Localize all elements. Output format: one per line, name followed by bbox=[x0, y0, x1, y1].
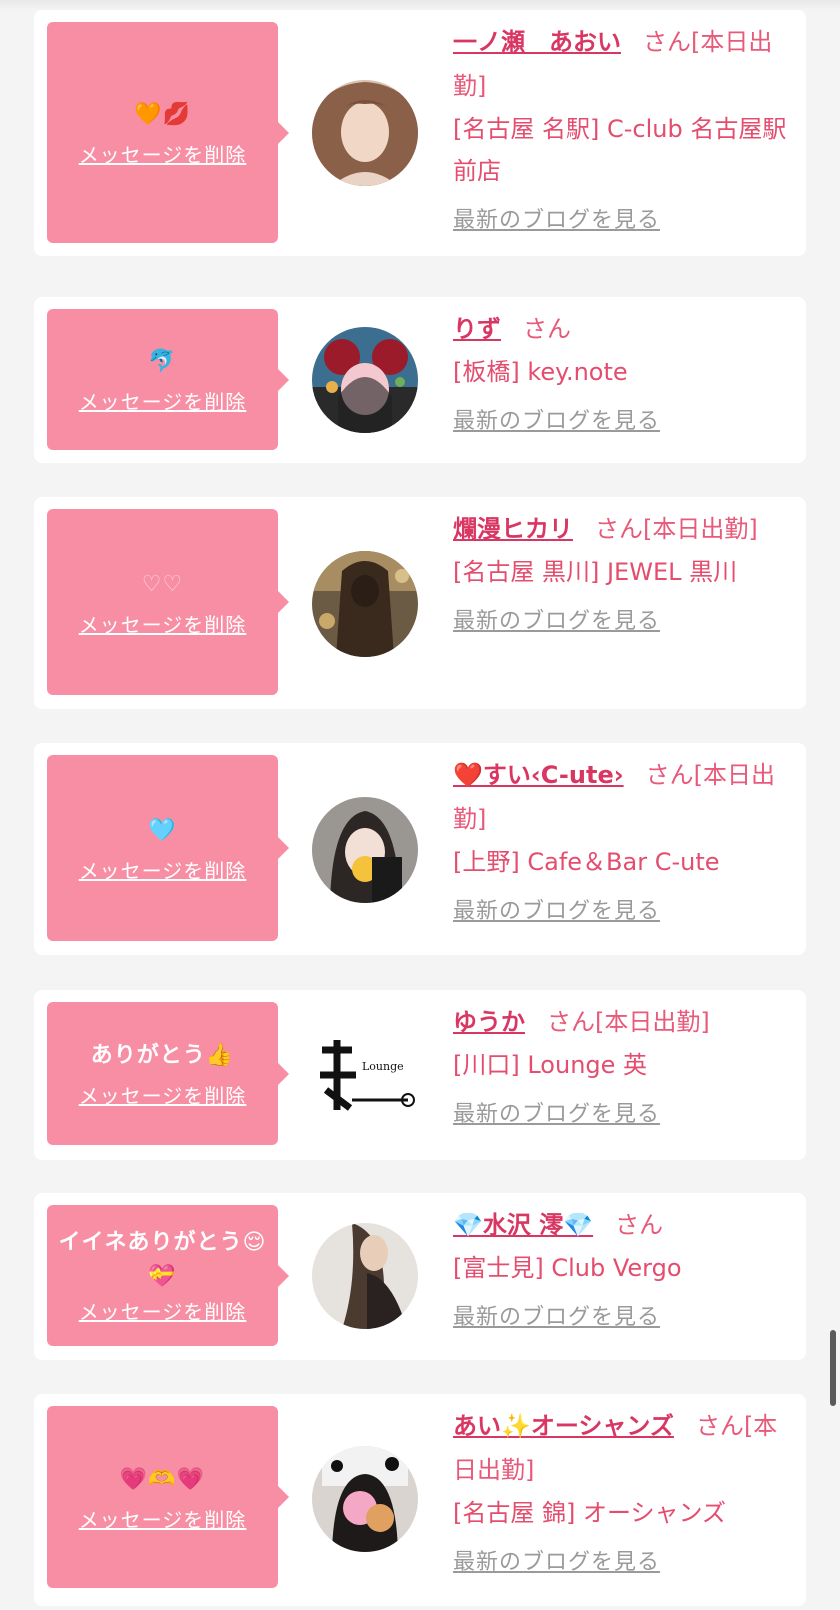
message-text: 🧡💋 bbox=[134, 102, 191, 127]
shop-info: [上野] Cafe＆Bar C-ute bbox=[453, 848, 720, 876]
avatar[interactable] bbox=[312, 327, 418, 433]
message-bubble: 💗🫶💗 メッセージを削除 bbox=[47, 1406, 289, 1588]
avatar[interactable] bbox=[312, 1446, 418, 1552]
honorific: さん bbox=[595, 515, 643, 543]
scrollbar-thumb[interactable] bbox=[830, 1330, 836, 1406]
message-text: 🩵 bbox=[148, 817, 177, 843]
message-card: ♡♡ メッセージを削除 爛漫ヒカリ さん[本日出勤] [名古屋 黒川] JEWEL… bbox=[34, 497, 806, 709]
cast-name-link[interactable]: あい✨オーシャンズ bbox=[453, 1412, 674, 1440]
avatar[interactable] bbox=[312, 551, 418, 657]
message-text: 🐬 bbox=[148, 349, 177, 374]
message-text: ありがとう👍 bbox=[90, 1043, 235, 1068]
message-card: イイネありがとう😌💝 メッセージを削除 💎水沢 澪💎 さん [富士見] Club … bbox=[34, 1193, 806, 1360]
message-card: 🧡💋 メッセージを削除 一ノ瀬 あおい さん[本日出勤] [名古屋 名駅] C-c… bbox=[34, 10, 806, 256]
delete-message-link[interactable]: メッセージを削除 bbox=[79, 1504, 247, 1533]
honorific: さん bbox=[695, 1412, 744, 1440]
message-bubble: ありがとう👍 メッセージを削除 bbox=[47, 1002, 289, 1145]
latest-blog-link[interactable]: 最新のブログを見る bbox=[453, 893, 660, 925]
message-text: イイネありがとう😌💝 bbox=[58, 1230, 267, 1289]
work-status: [本日出勤] bbox=[595, 1008, 710, 1036]
shop-info: [富士見] Club Vergo bbox=[453, 1254, 682, 1282]
message-card: 💗🫶💗 メッセージを削除 あい✨オーシャンズ さん[本日出勤] [名古屋 錦] オ… bbox=[34, 1394, 806, 1606]
avatar[interactable] bbox=[312, 80, 418, 186]
avatar[interactable] bbox=[312, 1223, 418, 1329]
shop-info: [名古屋 名駅] C-club 名古屋駅前店 bbox=[453, 115, 787, 185]
honorific: さん bbox=[523, 315, 571, 343]
latest-blog-link[interactable]: 最新のブログを見る bbox=[453, 603, 660, 635]
delete-message-link[interactable]: メッセージを削除 bbox=[79, 1296, 247, 1325]
cast-name-link[interactable]: ❤️すい‹C-ute› bbox=[453, 761, 624, 789]
top-shadow bbox=[0, 0, 840, 10]
cast-name-link[interactable]: 一ノ瀬 あおい bbox=[453, 28, 621, 56]
honorific: さん bbox=[645, 761, 694, 789]
delete-message-link[interactable]: メッセージを削除 bbox=[79, 1080, 247, 1109]
cast-name-link[interactable]: りず bbox=[453, 315, 501, 343]
cast-name-link[interactable]: ゆうか bbox=[453, 1008, 525, 1036]
cast-name-link[interactable]: 💎水沢 澪💎 bbox=[453, 1211, 593, 1239]
delete-message-link[interactable]: メッセージを削除 bbox=[79, 855, 247, 884]
message-bubble: 🧡💋 メッセージを削除 bbox=[47, 22, 289, 243]
latest-blog-link[interactable]: 最新のブログを見る bbox=[453, 1544, 660, 1576]
message-bubble: イイネありがとう😌💝 メッセージを削除 bbox=[47, 1205, 289, 1346]
latest-blog-link[interactable]: 最新のブログを見る bbox=[453, 403, 660, 435]
latest-blog-link[interactable]: 最新のブログを見る bbox=[453, 1096, 660, 1128]
shop-info: [板橋] key.note bbox=[453, 358, 628, 386]
message-card: 🐬 メッセージを削除 りず さん [板橋] key.note 最新のブログを見る bbox=[34, 297, 806, 463]
message-bubble: ♡♡ メッセージを削除 bbox=[47, 509, 289, 695]
shop-info: [川口] Lounge 英 bbox=[453, 1051, 648, 1079]
avatar[interactable] bbox=[312, 797, 418, 903]
work-status: [本日出勤] bbox=[643, 515, 758, 543]
honorific: さん bbox=[547, 1008, 595, 1036]
message-bubble: 🐬 メッセージを削除 bbox=[47, 309, 289, 450]
cast-name-link[interactable]: 爛漫ヒカリ bbox=[453, 515, 573, 543]
delete-message-link[interactable]: メッセージを削除 bbox=[79, 139, 247, 168]
message-card: 🩵 メッセージを削除 ❤️すい‹C-ute› さん[本日出勤] [上野] Cafe… bbox=[34, 743, 806, 955]
message-bubble: 🩵 メッセージを削除 bbox=[47, 755, 289, 941]
shop-info: [名古屋 錦] オーシャンズ bbox=[453, 1499, 727, 1527]
message-text: ♡♡ bbox=[141, 571, 184, 597]
latest-blog-link[interactable]: 最新のブログを見る bbox=[453, 1299, 660, 1331]
shop-info: [名古屋 黒川] JEWEL 黒川 bbox=[453, 558, 738, 586]
honorific: さん bbox=[615, 1211, 664, 1239]
shop-logo[interactable]: Lounge bbox=[312, 1020, 418, 1126]
honorific: さん bbox=[643, 28, 691, 56]
message-text: 💗🫶💗 bbox=[119, 1466, 206, 1492]
latest-blog-link[interactable]: 最新のブログを見る bbox=[453, 202, 660, 234]
delete-message-link[interactable]: メッセージを削除 bbox=[79, 609, 247, 638]
logo-lettering: Lounge bbox=[362, 1060, 404, 1073]
message-card: ありがとう👍 メッセージを削除 Lounge ゆうか さん[本日出勤] [川口] … bbox=[34, 990, 806, 1160]
delete-message-link[interactable]: メッセージを削除 bbox=[79, 386, 247, 415]
